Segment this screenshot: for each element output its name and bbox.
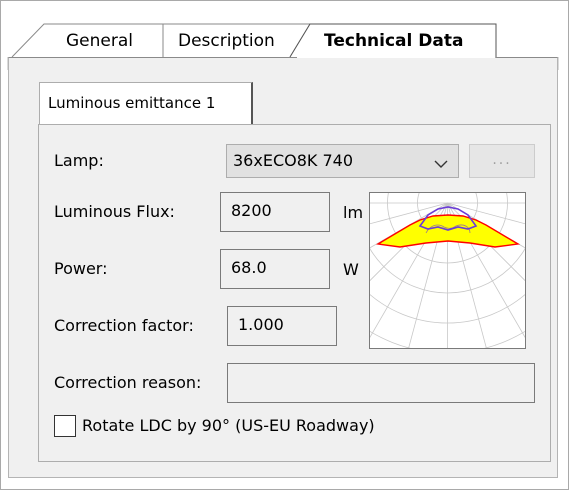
- lamp-browse-button[interactable]: ...: [469, 144, 535, 178]
- rotate-ldc-label[interactable]: Rotate LDC by 90° (US-EU Roadway): [82, 416, 375, 436]
- correction-factor-label: Correction factor:: [54, 316, 194, 335]
- correction-reason-field[interactable]: [227, 363, 535, 403]
- lamp-select[interactable]: 36xECO8K 740: [226, 144, 459, 178]
- luminous-flux-field[interactable]: 8200: [220, 192, 330, 232]
- correction-factor-field[interactable]: 1.000: [227, 306, 337, 346]
- lamp-select-value: 36xECO8K 740: [233, 151, 353, 170]
- tab-description[interactable]: Description: [178, 31, 275, 51]
- lamp-label: Lamp:: [54, 151, 104, 170]
- ldc-fill: [375, 214, 521, 248]
- tab-technical-data[interactable]: Technical Data: [324, 31, 463, 51]
- chevron-down-icon: [434, 154, 448, 173]
- luminous-flux-label: Luminous Flux:: [54, 202, 175, 221]
- correction-reason-label: Correction reason:: [54, 373, 202, 392]
- light-distribution-curve-preview: [369, 192, 526, 349]
- power-label: Power:: [54, 259, 108, 278]
- subtab-luminous-emittance-1[interactable]: Luminous emittance 1: [39, 82, 253, 125]
- subtab-label: Luminous emittance 1: [48, 94, 216, 112]
- tab-general[interactable]: General: [66, 31, 133, 51]
- light-distribution-curve-icon: [370, 193, 525, 348]
- luminous-flux-unit: lm: [343, 203, 364, 222]
- power-field[interactable]: 68.0: [220, 249, 330, 289]
- power-unit: W: [343, 260, 359, 279]
- rotate-ldc-checkbox[interactable]: [54, 415, 76, 437]
